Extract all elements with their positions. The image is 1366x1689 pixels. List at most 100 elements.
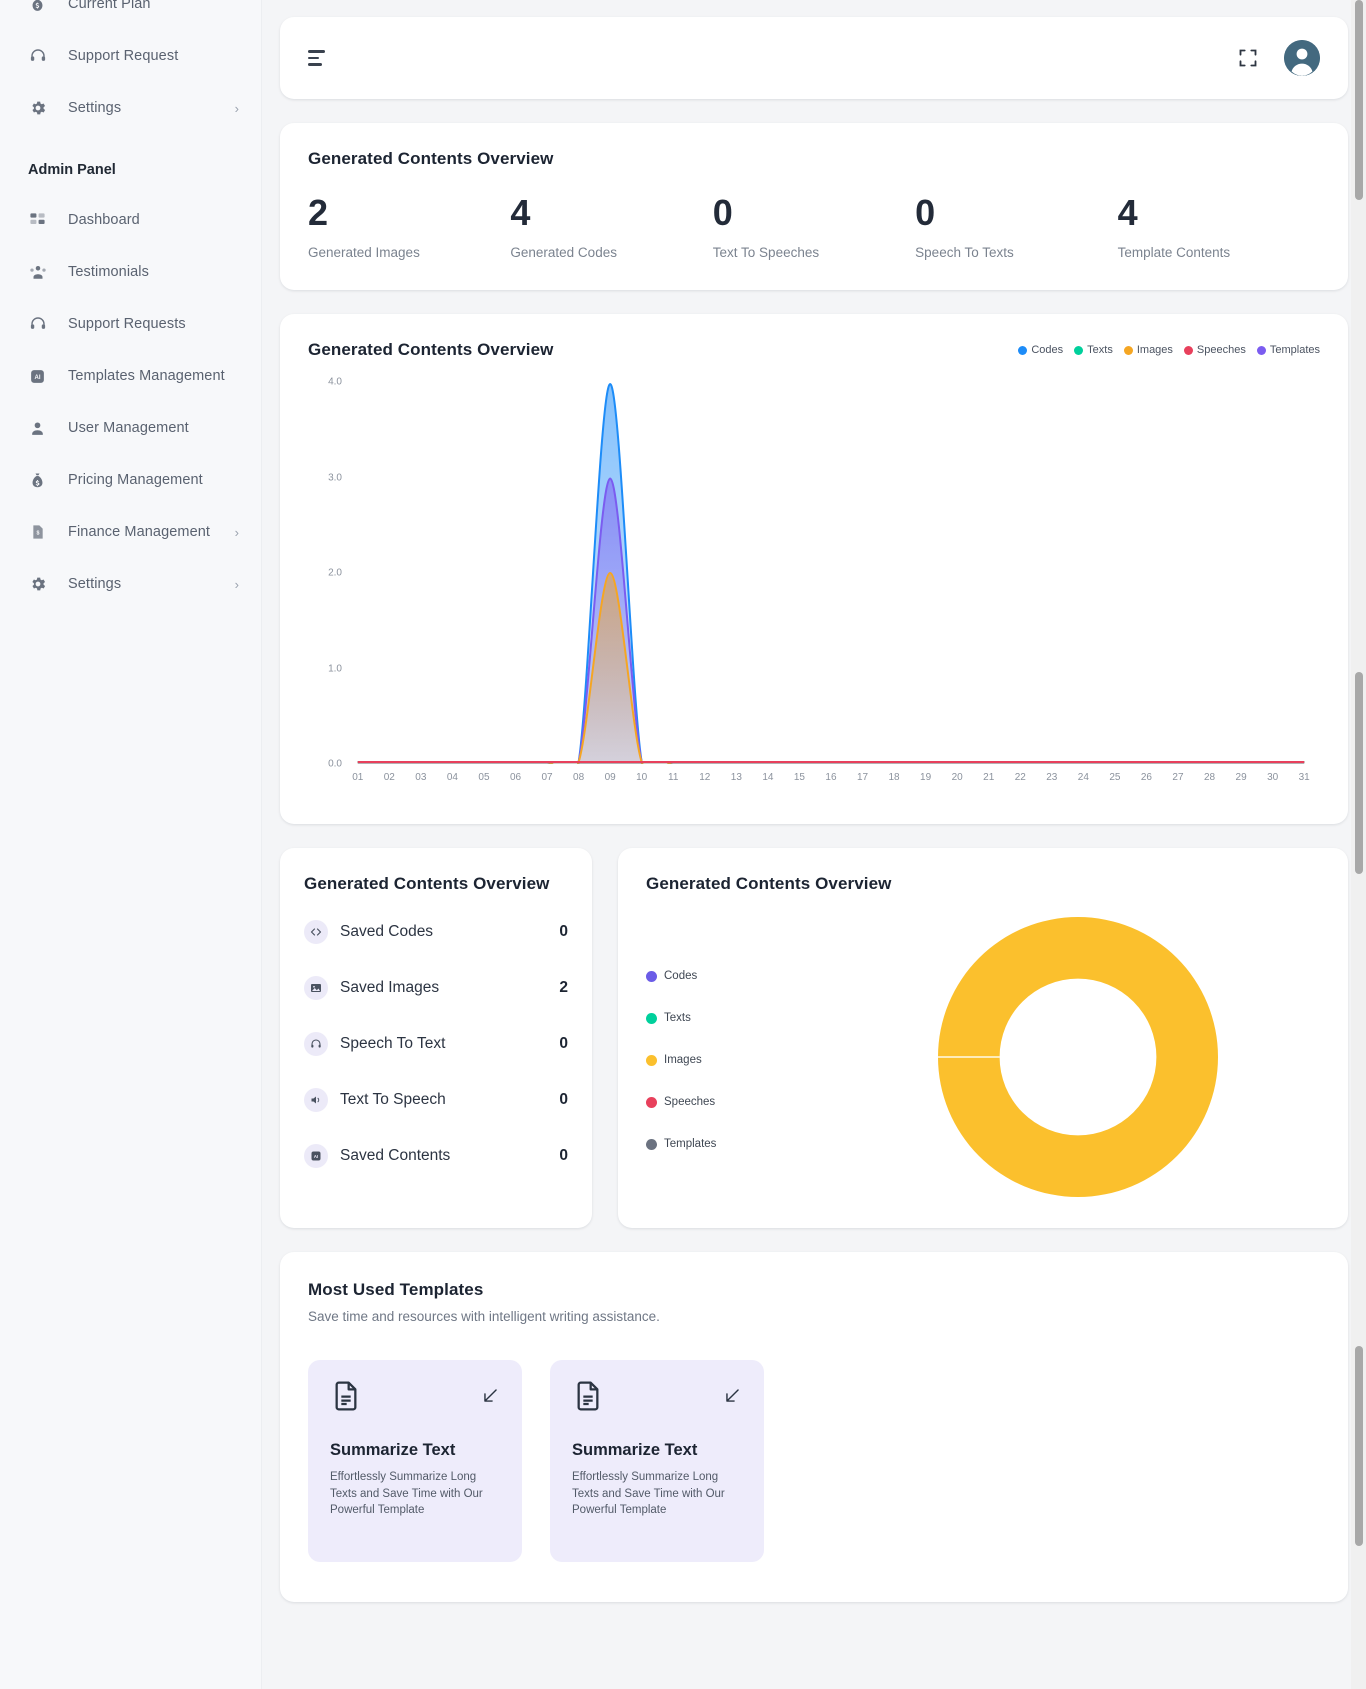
generated-contents-donut-card: Generated Contents Overview Codes Texts Im… bbox=[618, 848, 1348, 1228]
legend-swatch bbox=[1256, 345, 1266, 355]
x-tick-label: 22 bbox=[1014, 772, 1026, 783]
stats-title: Generated Contents Overview bbox=[308, 149, 554, 168]
list-item-value: 0 bbox=[559, 1091, 568, 1108]
ai-chip-icon: AI bbox=[304, 1144, 328, 1168]
donut-chart-canvas bbox=[836, 912, 1320, 1202]
legend-swatch bbox=[1074, 345, 1084, 355]
donut-legend-item-texts[interactable]: Texts bbox=[646, 997, 836, 1039]
template-name: Summarize Text bbox=[330, 1441, 456, 1459]
code-icon bbox=[304, 920, 328, 944]
line-chart-x-axis: 01 02 03 04 05 06 07 08 09 10 11 12 13 14 15 16 17 18 19 20… bbox=[342, 772, 1320, 783]
templates-title: Most Used Templates bbox=[308, 1280, 484, 1299]
headset-icon bbox=[28, 315, 47, 334]
sidebar-item-testimonials[interactable]: Testimonials bbox=[0, 246, 261, 298]
template-name: Summarize Text bbox=[572, 1441, 698, 1459]
sidebar-item-support-requests[interactable]: Support Requests bbox=[0, 298, 261, 350]
legend-label: Speeches bbox=[664, 1096, 716, 1108]
y-tick-label: 2.0 bbox=[328, 567, 342, 579]
stat-label: Generated Codes bbox=[510, 245, 617, 260]
document-icon bbox=[330, 1381, 362, 1416]
most-used-templates-card: Most Used Templates Save time and resour… bbox=[280, 1252, 1348, 1602]
scrollbar-thumb-top[interactable] bbox=[1355, 0, 1363, 200]
list-item-label: Speech To Text bbox=[340, 1035, 446, 1052]
scrollbar-thumb-middle[interactable] bbox=[1355, 672, 1363, 874]
sidebar-item-settings-top[interactable]: Settings › bbox=[0, 82, 261, 134]
legend-label: Codes bbox=[664, 970, 698, 982]
templates-subtitle: Save time and resources with intelligent… bbox=[308, 1309, 660, 1324]
line-chart-legend: Codes Texts Images Speeches Templates bbox=[1018, 340, 1320, 356]
line-chart-plot-area: 0.0 1.0 2.0 3.0 4.0 01 02 03 04 05 06 07 08 09 10 11 12… bbox=[308, 377, 1320, 802]
sidebar-item-label: Settings bbox=[68, 100, 122, 116]
sidebar-item-label: User Management bbox=[68, 420, 189, 436]
stat-value: 0 bbox=[915, 192, 935, 233]
gear-icon bbox=[28, 575, 47, 594]
x-tick-label: 26 bbox=[1140, 772, 1152, 783]
legend-swatch bbox=[646, 1054, 657, 1066]
list-item[interactable]: AI Saved Contents 0 bbox=[304, 1128, 568, 1184]
list-item-label: Saved Contents bbox=[340, 1147, 451, 1164]
avatar[interactable] bbox=[1284, 40, 1320, 76]
legend-label: Templates bbox=[1269, 344, 1320, 356]
donut-legend-item-images[interactable]: Images bbox=[646, 1039, 836, 1081]
legend-label: Codes bbox=[1031, 344, 1064, 356]
arrow-down-left-icon[interactable] bbox=[723, 1386, 742, 1410]
donut-legend-item-templates[interactable]: Templates bbox=[646, 1123, 836, 1165]
sidebar: Current Plan Support Request Settings › … bbox=[0, 0, 262, 1689]
legend-swatch bbox=[1018, 345, 1028, 355]
x-tick-label: 28 bbox=[1203, 772, 1216, 783]
overview-row: Generated Contents Overview Saved Codes … bbox=[280, 848, 1348, 1228]
donut-legend-item-speeches[interactable]: Speeches bbox=[646, 1081, 836, 1123]
template-card[interactable]: Summarize Text Effortlessly Summarize Lo… bbox=[550, 1360, 764, 1562]
sidebar-item-user-management[interactable]: User Management bbox=[0, 402, 261, 454]
chevron-right-icon: › bbox=[234, 100, 239, 116]
sidebar-item-templates-management[interactable]: AI Templates Management bbox=[0, 350, 261, 402]
legend-swatch bbox=[646, 1096, 657, 1108]
legend-label: Texts bbox=[1087, 344, 1113, 356]
legend-item-templates[interactable]: Templates bbox=[1256, 344, 1320, 356]
legend-item-codes[interactable]: Codes bbox=[1018, 344, 1063, 356]
legend-item-images[interactable]: Images bbox=[1123, 344, 1173, 356]
list-item[interactable]: Saved Images 2 bbox=[304, 960, 568, 1016]
donut-legend-item-codes[interactable]: Codes bbox=[646, 955, 836, 997]
x-tick-label: 13 bbox=[730, 772, 742, 783]
x-tick-label: 03 bbox=[415, 772, 427, 783]
sidebar-item-label: Pricing Management bbox=[68, 472, 203, 488]
list-item-value: 0 bbox=[559, 1147, 568, 1164]
sidebar-item-dashboard[interactable]: Dashboard bbox=[0, 194, 261, 246]
list-item[interactable]: Speech To Text 0 bbox=[304, 1016, 568, 1072]
sidebar-item-support-request[interactable]: Support Request bbox=[0, 30, 261, 82]
legend-swatch bbox=[646, 970, 657, 982]
arrow-down-left-icon[interactable] bbox=[481, 1386, 500, 1410]
legend-item-texts[interactable]: Texts bbox=[1074, 344, 1113, 356]
stat-text-to-speeches: 0 Text To Speeches bbox=[713, 195, 915, 261]
sidebar-item-pricing-management[interactable]: Pricing Management bbox=[0, 454, 261, 506]
stat-label: Speech To Texts bbox=[915, 245, 1014, 260]
x-tick-label: 19 bbox=[920, 772, 932, 783]
list-item[interactable]: Saved Codes 0 bbox=[304, 904, 568, 960]
legend-item-speeches[interactable]: Speeches bbox=[1183, 344, 1246, 356]
stat-generated-codes: 4 Generated Codes bbox=[510, 192, 712, 261]
sidebar-item-current-plan[interactable]: Current Plan bbox=[0, 0, 261, 30]
topbar bbox=[280, 17, 1348, 99]
scrollbar-thumb-bottom[interactable] bbox=[1355, 1346, 1363, 1546]
list-item[interactable]: Text To Speech 0 bbox=[304, 1072, 568, 1128]
fullscreen-icon[interactable] bbox=[1238, 48, 1258, 68]
sidebar-item-settings-admin[interactable]: Settings › bbox=[0, 558, 261, 610]
stat-label: Template Contents bbox=[1117, 245, 1231, 260]
saved-contents-card: Generated Contents Overview Saved Codes … bbox=[280, 848, 592, 1228]
headset-icon bbox=[28, 47, 47, 66]
x-tick-label: 23 bbox=[1046, 772, 1058, 783]
legend-label: Images bbox=[1136, 344, 1173, 356]
stat-value: 4 bbox=[510, 192, 530, 233]
sidebar-item-label: Support Requests bbox=[68, 316, 186, 332]
sidebar-item-finance-management[interactable]: $ Finance Management › bbox=[0, 506, 261, 558]
template-card[interactable]: Summarize Text Effortlessly Summarize Lo… bbox=[308, 1360, 522, 1562]
series-line-images bbox=[358, 573, 1304, 764]
templates-grid: Summarize Text Effortlessly Summarize Lo… bbox=[308, 1360, 1320, 1562]
dashboard-page: Current Plan Support Request Settings › … bbox=[0, 0, 1366, 1689]
hamburger-icon[interactable] bbox=[308, 50, 325, 66]
y-tick-label: 0.0 bbox=[328, 758, 342, 770]
sidebar-section-admin-panel: Admin Panel bbox=[28, 162, 116, 178]
sidebar-item-label: Current Plan bbox=[68, 0, 151, 12]
line-chart-title: Generated Contents Overview bbox=[308, 340, 554, 359]
